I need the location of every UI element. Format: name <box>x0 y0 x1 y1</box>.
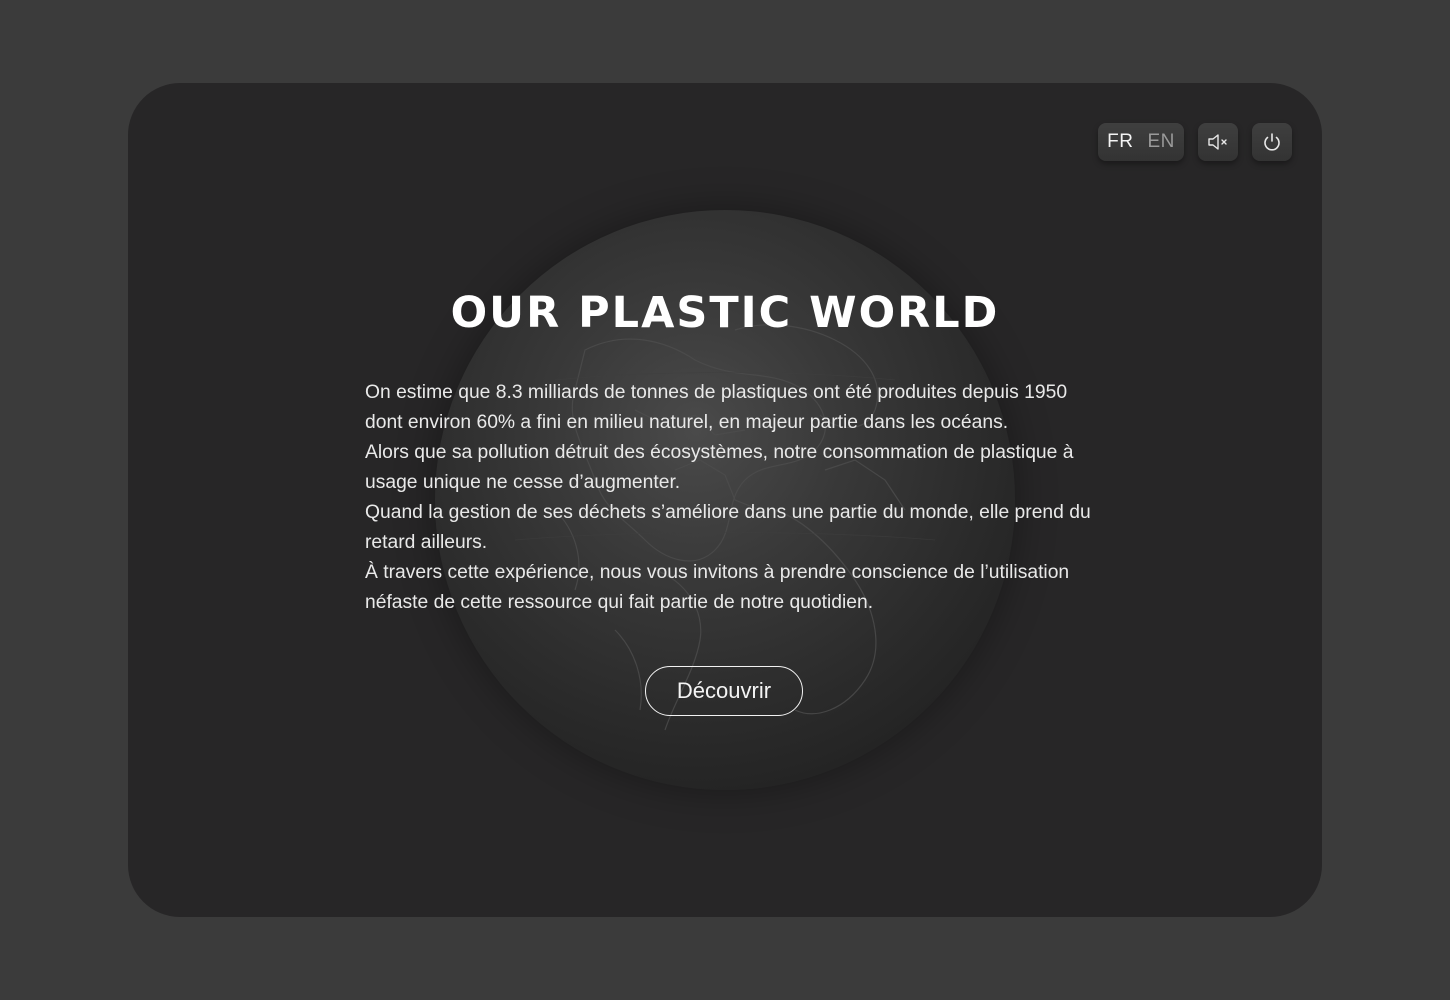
top-controls: FR EN <box>1098 123 1292 161</box>
speaker-muted-icon <box>1208 134 1227 150</box>
language-option-en[interactable]: EN <box>1147 131 1174 153</box>
page-title: OUR PLASTIC WORLD <box>450 288 1000 338</box>
discover-button[interactable]: Découvrir <box>645 666 803 716</box>
intro-paragraph: On estime que 8.3 milliards de tonnes de… <box>365 382 1068 433</box>
language-option-fr[interactable]: FR <box>1107 131 1133 153</box>
language-switcher: FR EN <box>1098 123 1184 161</box>
mute-button[interactable] <box>1198 123 1238 161</box>
intro-paragraph: Quand la gestion de ses déchets s’amélio… <box>365 502 1091 553</box>
intro-paragraph: Alors que sa pollution détruit des écosy… <box>365 442 1074 493</box>
power-button[interactable] <box>1252 123 1292 161</box>
intro-text: On estime que 8.3 milliards de tonnes de… <box>365 378 1095 618</box>
power-icon <box>1264 133 1280 151</box>
intro-card: FR EN OUR PLASTIC WORLD On estime que 8.… <box>128 83 1322 917</box>
intro-paragraph: À travers cette expérience, nous vous in… <box>365 562 1070 613</box>
